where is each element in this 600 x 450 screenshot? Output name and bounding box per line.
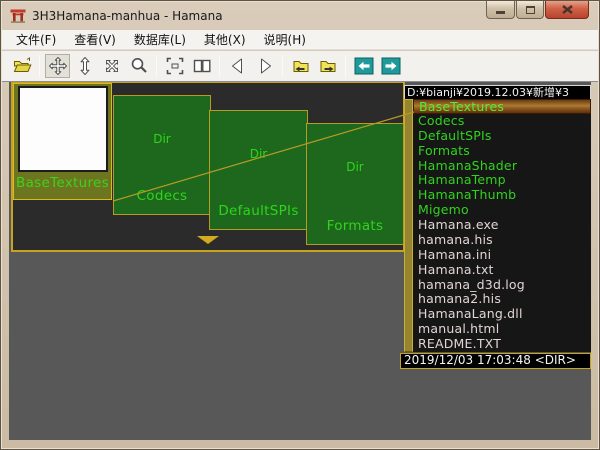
menu-view[interactable]: 查看(V) [65, 29, 125, 50]
status-bar: 2019/12/03 17:03:48 <DIR> [400, 353, 591, 369]
open-folder-button[interactable] [9, 54, 34, 78]
prev-folder-icon [291, 56, 311, 76]
dir-tag: Dir [210, 147, 307, 161]
list-item[interactable]: Migemo [413, 203, 591, 218]
back-button[interactable] [351, 54, 376, 78]
tile-label: BaseTextures [14, 175, 111, 191]
toolbar-separator [219, 55, 220, 77]
list-item[interactable]: Hamana.exe [413, 218, 591, 233]
window-controls [486, 1, 589, 19]
close-icon [562, 5, 573, 14]
list-item[interactable]: Codecs [413, 114, 591, 129]
menu-help[interactable]: 说明(H) [255, 29, 315, 50]
forward-icon [381, 56, 401, 76]
maximize-button[interactable] [516, 1, 544, 19]
dir-name: DefaultSPIs [210, 203, 307, 219]
minimize-icon [496, 11, 505, 14]
fit-window-button[interactable] [162, 54, 187, 78]
list-item[interactable]: BaseTextures [413, 99, 591, 114]
pan-move-icon [48, 56, 68, 76]
maximize-icon [526, 6, 535, 14]
minimize-button[interactable] [486, 1, 515, 19]
fit-window-icon [165, 56, 185, 76]
list-item[interactable]: hamana2.his [413, 292, 591, 307]
toolbar [2, 51, 598, 82]
toolbar-separator [39, 55, 40, 77]
app-icon [10, 8, 26, 24]
fit-height-button[interactable] [72, 54, 97, 78]
list-item[interactable]: HamanaLang.dll [413, 307, 591, 322]
titlebar[interactable]: 3H3Hamana-manhua - Hamana [1, 1, 599, 30]
list-item[interactable]: HamanaTemp [413, 173, 591, 188]
scroll-down-arrow-icon[interactable] [197, 236, 219, 244]
list-item[interactable]: hamana_d3d.log [413, 278, 591, 293]
close-button[interactable] [545, 1, 589, 19]
app-window: 3H3Hamana-manhua - Hamana 文件(F) 查看(V) 数据… [0, 0, 600, 450]
dir-tag: Dir [307, 160, 403, 174]
file-list-scrollbar[interactable] [404, 99, 413, 352]
list-item[interactable]: Hamana.txt [413, 263, 591, 278]
dual-page-icon [192, 56, 212, 76]
current-path: D:¥bianji¥2019.12.03¥新增¥3 [404, 85, 591, 99]
fit-height-icon [75, 56, 95, 76]
next-image-button[interactable] [252, 54, 277, 78]
dir-box-codecs[interactable]: Dir Codecs [113, 95, 211, 215]
forward-button[interactable] [378, 54, 403, 78]
next-folder-button[interactable] [315, 54, 340, 78]
file-rows: BaseTextures Codecs DefaultSPIs Formats … [413, 99, 591, 352]
file-list[interactable]: BaseTextures Codecs DefaultSPIs Formats … [404, 99, 591, 352]
thumbnail-image [18, 86, 108, 172]
dir-name: Formats [307, 218, 403, 234]
list-item[interactable]: Hamana.ini [413, 248, 591, 263]
list-item[interactable]: HamanaShader [413, 159, 591, 174]
dir-name: Codecs [114, 188, 210, 204]
dual-page-button[interactable] [189, 54, 214, 78]
list-item[interactable]: README.TXT [413, 337, 591, 352]
list-item[interactable]: Formats [413, 144, 591, 159]
dir-tag: Dir [114, 132, 210, 146]
zoom-icon [129, 56, 149, 76]
menubar: 文件(F) 查看(V) 数据库(L) 其他(X) 说明(H) [2, 30, 598, 50]
list-item[interactable]: DefaultSPIs [413, 129, 591, 144]
dir-box-formats[interactable]: Dir Formats [306, 123, 404, 245]
list-item[interactable]: manual.html [413, 322, 591, 337]
toolbar-separator [156, 55, 157, 77]
prev-folder-button[interactable] [288, 54, 313, 78]
open-folder-icon [12, 56, 32, 76]
next-image-icon [255, 56, 275, 76]
toolbar-separator [345, 55, 346, 77]
toolbar-separator [282, 55, 283, 77]
back-icon [354, 56, 374, 76]
menu-database[interactable]: 数据库(L) [125, 29, 195, 50]
list-item[interactable]: hamana.his [413, 233, 591, 248]
pan-move-button[interactable] [45, 54, 70, 78]
menu-file[interactable]: 文件(F) [7, 29, 65, 50]
next-folder-icon [318, 56, 338, 76]
thumbnail-canvas[interactable]: BaseTextures Dir Codecs Dir DefaultSPIs … [11, 82, 405, 252]
menu-other[interactable]: 其他(X) [195, 29, 255, 50]
zoom-button[interactable] [126, 54, 151, 78]
scroll-move-button[interactable] [99, 54, 124, 78]
scroll-move-icon [102, 56, 122, 76]
client-area: BaseTextures Dir Codecs Dir DefaultSPIs … [9, 82, 591, 440]
prev-image-icon [228, 56, 248, 76]
window-title: 3H3Hamana-manhua - Hamana [32, 9, 223, 23]
prev-image-button[interactable] [225, 54, 250, 78]
dir-box-defaultspis[interactable]: Dir DefaultSPIs [209, 110, 308, 230]
list-item[interactable]: HamanaThumb [413, 188, 591, 203]
selected-dir-tile[interactable]: BaseTextures [13, 83, 112, 200]
